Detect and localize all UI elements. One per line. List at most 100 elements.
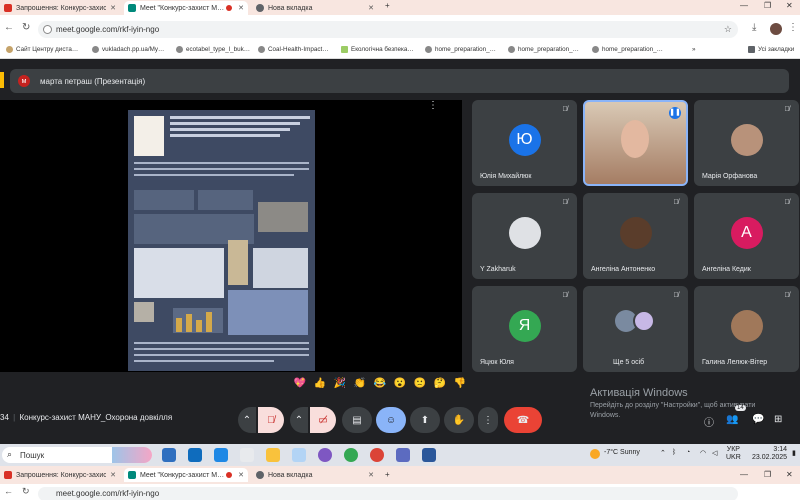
more-bookmarks-icon[interactable]: » (692, 46, 696, 53)
bluetooth-icon[interactable]: ᛒ (672, 449, 676, 456)
close-icon[interactable]: ✕ (110, 471, 116, 479)
bookmark-item[interactable]: Сайт Центру дистa… (6, 46, 78, 53)
file-explorer-icon[interactable] (266, 448, 280, 462)
tab-meet[interactable]: Meet "Конкурс-захист М… ✕ (124, 1, 248, 15)
bookmark-item[interactable]: Екологічна безпека… (341, 46, 414, 53)
thinking-reaction-button[interactable]: 🤔 (432, 378, 448, 396)
back-icon[interactable]: ← (4, 486, 13, 496)
new-tab-button[interactable]: + (385, 470, 390, 479)
avatar (633, 310, 655, 332)
participant-tile[interactable]: 🎙̸ Ангеліна Антоненко (583, 193, 688, 279)
minimize-icon[interactable]: — (740, 1, 748, 10)
new-tab-button[interactable]: + (385, 1, 390, 10)
participant-tile[interactable]: 🎙̸ Галина Лелюк-Вітер (694, 286, 799, 372)
avatar: Я (508, 310, 541, 342)
participant-tile[interactable]: 🎙̸ Марія Орфанова (694, 100, 799, 186)
weather-text[interactable]: -7°C Sunny (604, 449, 640, 456)
menu-icon[interactable]: ⋮ (788, 22, 798, 33)
tab-label: Meet "Конкурс-захист М… (140, 471, 225, 479)
star-icon[interactable]: ☆ (724, 24, 732, 35)
profile-avatar[interactable] (770, 23, 782, 35)
sad-reaction-button[interactable]: 🙁 (412, 378, 428, 396)
close-icon[interactable]: ✕ (368, 471, 374, 479)
back-icon[interactable]: ← (4, 22, 14, 33)
mic-toggle-button[interactable]: 🎙̸ (258, 407, 284, 433)
address-bar[interactable]: meet.google.com/rkf-iyin-ngo ☆ (38, 21, 738, 38)
bookmark-item[interactable]: home_preparation_… (425, 46, 496, 53)
thumbs-down-reaction-button[interactable]: 👎 (452, 378, 468, 396)
taskbar-search[interactable]: ⌕ Пошук (2, 447, 152, 463)
activities-icon[interactable]: ⊞ (774, 414, 782, 425)
mic-off-icon: 🎙̸ (562, 106, 568, 113)
reload-icon[interactable]: ↻ (22, 486, 30, 497)
task-view-icon[interactable] (162, 448, 176, 462)
photos-icon[interactable] (292, 448, 306, 462)
leave-call-button[interactable]: ☎ (504, 407, 542, 433)
info-icon[interactable]: ⓘ (704, 414, 714, 429)
tab-meet[interactable]: Meet "Конкурс-захист М… ✕ (124, 468, 248, 482)
bookmark-item[interactable]: home_preparation_… (508, 46, 579, 53)
tab-invite[interactable]: Запрошення: Конкурс-захист М… ✕ (0, 468, 120, 482)
participant-tile[interactable]: 🎙̸ Я Яцюк Юля (472, 286, 577, 372)
heart-reaction-button[interactable]: 💖 (292, 378, 308, 396)
notifications-icon[interactable]: ▮ (792, 449, 796, 457)
chrome-icon[interactable] (344, 448, 358, 462)
laugh-reaction-button[interactable]: 😂 (372, 378, 388, 396)
participant-tile-speaking[interactable]: ❚❚ (583, 100, 688, 186)
more-options-icon[interactable]: ⋮ (428, 100, 438, 111)
restore-icon[interactable]: ❐ (764, 1, 771, 10)
site-info-icon[interactable] (43, 25, 52, 34)
mic-options-button[interactable]: ⌃ (238, 407, 256, 433)
address-bar[interactable]: meet.google.com/rkf-iyin-ngo (38, 487, 738, 500)
close-window-icon[interactable]: ✕ (786, 470, 793, 479)
language-indicator[interactable]: УКР UKR (726, 446, 741, 462)
surprised-reaction-button[interactable]: 😮 (392, 378, 408, 396)
volume-icon[interactable]: ◁ (712, 449, 717, 457)
word-icon[interactable] (422, 448, 436, 462)
minimize-icon[interactable]: — (740, 470, 748, 479)
widgets-icon[interactable] (188, 448, 202, 462)
close-window-icon[interactable]: ✕ (786, 1, 793, 10)
participant-tile[interactable]: 🎙̸ А Ангеліна Кедик (694, 193, 799, 279)
people-icon[interactable]: 👥 (726, 414, 738, 425)
participant-tile[interactable]: 🎙̸ Ю Юлія Михайлюк (472, 100, 577, 186)
store-icon[interactable] (240, 448, 254, 462)
all-bookmarks[interactable]: Усі закладки (748, 46, 794, 53)
tab-new[interactable]: Нова вкладка ✕ (252, 1, 378, 15)
save-icon[interactable] (396, 448, 410, 462)
tab-new[interactable]: Нова вкладка ✕ (252, 468, 378, 482)
clap-reaction-button[interactable]: 👏 (352, 378, 368, 396)
thumbs-up-reaction-button[interactable]: 👍 (312, 378, 328, 396)
network-icon[interactable]: ◔ (686, 449, 690, 456)
participant-name: Ангеліна Кедик (702, 266, 751, 273)
bookmark-item[interactable]: ecotabel_type_l_buk… (176, 46, 250, 53)
close-icon[interactable]: ✕ (238, 4, 244, 12)
raise-hand-button[interactable]: ✋ (444, 407, 474, 433)
tab-invite[interactable]: Запрошення: Конкурс-захист М… ✕ (0, 1, 120, 15)
viber-icon[interactable] (318, 448, 332, 462)
camera-toggle-button[interactable]: ▭̸ (310, 407, 336, 433)
bookmark-item[interactable]: vukladach.pp.ua/My… (92, 46, 164, 53)
download-icon[interactable]: ⤓ (752, 22, 756, 33)
emoji-button[interactable]: ☺ (376, 407, 406, 433)
edge-icon[interactable] (214, 448, 228, 462)
clock[interactable]: 3:14 23.02.2025 (752, 446, 787, 462)
close-icon[interactable]: ✕ (238, 471, 244, 479)
chat-icon[interactable]: 💬 (752, 414, 764, 425)
captions-button[interactable]: ▤ (342, 407, 372, 433)
chrome-active-icon[interactable] (370, 448, 384, 462)
participant-tile[interactable]: 🎙̸ Y Zakharuk (472, 193, 577, 279)
tray-chevron-icon[interactable]: ⌃ (660, 449, 666, 457)
bookmark-item[interactable]: home_preparation_… (592, 46, 663, 53)
wifi-icon[interactable]: ◠ (700, 449, 706, 457)
close-icon[interactable]: ✕ (110, 4, 116, 12)
party-reaction-button[interactable]: 🎉 (332, 378, 348, 396)
restore-icon[interactable]: ❐ (764, 470, 771, 479)
camera-options-button[interactable]: ⌃ (290, 407, 308, 433)
close-icon[interactable]: ✕ (368, 4, 374, 12)
bookmark-item[interactable]: Coal-Health-Impact… (258, 46, 329, 53)
participant-group-tile[interactable]: 🎙̸ Ще 5 осіб (583, 286, 688, 372)
present-button[interactable]: ⬆ (410, 407, 440, 433)
reload-icon[interactable]: ↻ (22, 22, 30, 33)
more-options-button[interactable]: ⋮ (478, 407, 498, 433)
